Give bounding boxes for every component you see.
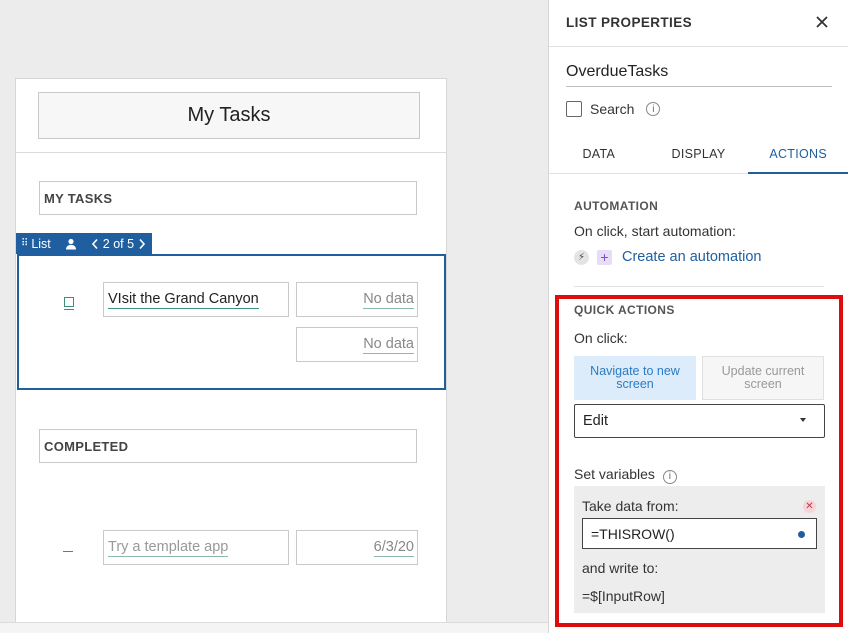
write-to-value[interactable]: =$[InputRow] — [582, 588, 665, 604]
lightning-icon: ⚡ — [574, 249, 589, 265]
completed-checkbox[interactable] — [63, 551, 73, 552]
property-tabs: DATA DISPLAY ACTIONS — [549, 134, 848, 174]
take-data-label: Take data from: — [582, 498, 679, 514]
list-badge-label: List — [31, 236, 51, 251]
close-icon[interactable] — [814, 12, 830, 32]
list-pager: 2 of 5 — [102, 236, 135, 251]
info-icon[interactable]: i — [662, 469, 677, 484]
tab-data[interactable]: DATA — [549, 134, 649, 173]
list-name-input[interactable]: OverdueTasks — [566, 58, 832, 87]
set-variables-row: Set variables i — [574, 466, 677, 484]
list-control-selected[interactable] — [17, 254, 446, 390]
completed-date-field[interactable]: 6/3/20 — [296, 530, 418, 565]
create-automation-link[interactable]: Create an automation — [622, 249, 761, 265]
screen-select-value: Edit — [583, 413, 608, 429]
chevron-right-icon[interactable] — [138, 238, 146, 250]
task-field-2[interactable]: No data — [296, 327, 418, 362]
screen-select[interactable]: Edit — [574, 404, 825, 438]
task-field-2-value: No data — [363, 335, 414, 354]
panel-title: LIST PROPERTIES — [566, 15, 693, 30]
caret-down-icon — [800, 418, 806, 422]
chevron-left-icon[interactable] — [91, 238, 99, 250]
tab-actions[interactable]: ACTIONS — [748, 134, 848, 174]
info-icon[interactable]: i — [646, 102, 661, 116]
search-option[interactable]: Search i — [566, 101, 661, 117]
app-header: My Tasks — [16, 79, 446, 153]
write-to-label: and write to: — [582, 560, 659, 576]
tab-display[interactable]: DISPLAY — [649, 134, 749, 173]
section-header-my-tasks[interactable]: MY TASKS — [39, 181, 417, 215]
completed-title: Try a template app — [108, 538, 229, 557]
on-click-label: On click: — [574, 330, 628, 346]
task-field-1[interactable]: No data — [296, 282, 418, 317]
take-data-input[interactable]: =THISROW() — [582, 518, 817, 549]
checkbox-underline — [64, 309, 74, 310]
plus-icon[interactable]: + — [597, 249, 612, 265]
task-title: VIsit the Grand Canyon — [108, 290, 259, 309]
completed-date: 6/3/20 — [373, 538, 414, 557]
drag-handle-icon[interactable]: ⠿ — [21, 238, 28, 249]
list-properties-panel: LIST PROPERTIES OverdueTasks Search i DA… — [548, 0, 848, 633]
divider — [574, 286, 824, 287]
task-checkbox[interactable] — [64, 297, 74, 307]
variable-mapping-box: Take data from: ✕ =THISROW() and write t… — [574, 486, 825, 613]
set-variables-label: Set variables — [574, 466, 655, 482]
update-current-screen-button[interactable]: Update current screen — [702, 356, 824, 400]
navigate-to-new-screen-button[interactable]: Navigate to new screen — [574, 356, 696, 400]
search-checkbox[interactable] — [566, 101, 582, 117]
app-title[interactable]: My Tasks — [38, 92, 420, 139]
completed-title-field[interactable]: Try a template app — [103, 530, 289, 565]
task-field-1-value: No data — [363, 290, 414, 309]
remove-icon[interactable]: ✕ — [803, 500, 816, 513]
person-icon — [65, 238, 76, 249]
task-title-field[interactable]: VIsit the Grand Canyon — [103, 282, 289, 317]
automation-header: AUTOMATION — [574, 199, 659, 213]
panel-header: LIST PROPERTIES — [549, 0, 848, 47]
section-header-completed[interactable]: COMPLETED — [39, 429, 417, 463]
automation-subtitle: On click, start automation: — [574, 223, 736, 239]
list-control-badge[interactable]: ⠿ List 2 of 5 — [16, 233, 153, 254]
status-dot-icon — [798, 531, 805, 538]
quick-actions-header: QUICK ACTIONS — [574, 303, 675, 317]
app-preview: My Tasks MY TASKS ⠿ List 2 of 5 VIsit th… — [15, 78, 447, 633]
take-data-value: =THISROW() — [591, 525, 675, 542]
search-label: Search — [590, 101, 635, 117]
create-automation-row[interactable]: ⚡ + Create an automation — [574, 249, 761, 265]
app-canvas: My Tasks MY TASKS ⠿ List 2 of 5 VIsit th… — [0, 0, 548, 633]
